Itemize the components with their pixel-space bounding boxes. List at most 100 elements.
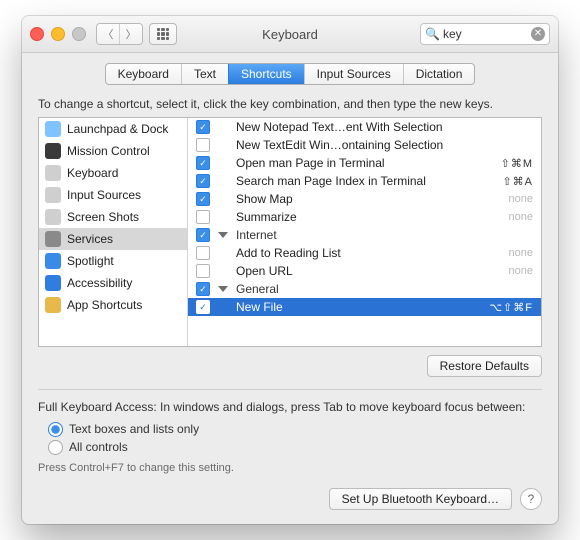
shortcut-label: New File <box>218 300 489 314</box>
shortcut-label: Summarize <box>218 210 509 224</box>
shortcut-key[interactable]: none <box>509 247 533 259</box>
help-button[interactable]: ? <box>520 488 542 510</box>
shortcut-row[interactable]: New Notepad Text…ent With Selection <box>188 118 541 136</box>
chevron-left-icon: 〈 <box>103 26 114 42</box>
checkbox[interactable] <box>196 120 210 134</box>
search-input[interactable]: key <box>443 27 531 41</box>
disclosure-triangle-icon[interactable] <box>218 286 228 292</box>
sidebar-item-label: App Shortcuts <box>67 298 142 312</box>
content: To change a shortcut, select it, click t… <box>22 97 558 488</box>
tab-text[interactable]: Text <box>181 64 228 84</box>
sidebar-item-label: Spotlight <box>67 254 114 268</box>
sidebar-item-spotlight[interactable]: Spotlight <box>39 250 187 272</box>
radio-dot-icon <box>48 422 63 437</box>
sidebar-item-services[interactable]: Services <box>39 228 187 250</box>
shortcut-key[interactable]: ⇧⌘M <box>501 157 533 170</box>
sidebar-item-label: Keyboard <box>67 166 118 180</box>
launchpad-icon <box>45 121 61 137</box>
back-button[interactable]: 〈 <box>97 24 119 44</box>
radio-all-controls[interactable]: All controls <box>48 438 542 456</box>
accessibility-icon <box>45 275 61 291</box>
shortcut-row[interactable]: Add to Reading Listnone <box>188 244 541 262</box>
sidebar-item-keyboard[interactable]: Keyboard <box>39 162 187 184</box>
checkbox[interactable] <box>196 228 210 242</box>
tab-dictation[interactable]: Dictation <box>403 64 475 84</box>
search-icon: 🔍 <box>425 27 440 41</box>
checkbox[interactable] <box>196 300 210 314</box>
shortcut-row[interactable]: Show Mapnone <box>188 190 541 208</box>
sidebar-item-label: Screen Shots <box>67 210 139 224</box>
clear-search-button[interactable]: ✕ <box>531 27 545 41</box>
checkbox[interactable] <box>196 174 210 188</box>
tab-segmented: KeyboardTextShortcutsInput SourcesDictat… <box>105 63 476 85</box>
radio-text-boxes-and-lists-only[interactable]: Text boxes and lists only <box>48 420 542 438</box>
window-controls <box>30 27 86 41</box>
footer: Set Up Bluetooth Keyboard… ? <box>22 488 558 524</box>
full-keyboard-hint: Press Control+F7 to change this setting. <box>38 462 542 474</box>
checkbox[interactable] <box>196 264 210 278</box>
close-icon[interactable] <box>30 27 44 41</box>
checkbox[interactable] <box>196 246 210 260</box>
input-sources-icon <box>45 187 61 203</box>
checkbox[interactable] <box>196 138 210 152</box>
shortcut-row[interactable]: Open URLnone <box>188 262 541 280</box>
shortcut-row[interactable]: Search man Page Index in Terminal⇧⌘A <box>188 172 541 190</box>
sidebar-item-accessibility[interactable]: Accessibility <box>39 272 187 294</box>
sidebar-item-input-sources[interactable]: Input Sources <box>39 184 187 206</box>
shortcut-group[interactable]: Internet <box>188 226 541 244</box>
shortcut-key[interactable]: ⌥⇧⌘F <box>489 301 533 314</box>
radio-dot-icon <box>48 440 63 455</box>
tab-input-sources[interactable]: Input Sources <box>304 64 403 84</box>
category-sidebar[interactable]: Launchpad & Dock Mission Control Keyboard I… <box>39 118 188 346</box>
full-keyboard-label: Full Keyboard Access: In windows and dia… <box>38 400 542 414</box>
search-field[interactable]: 🔍 key ✕ <box>420 23 550 45</box>
checkbox[interactable] <box>196 156 210 170</box>
disclosure-triangle-icon[interactable] <box>218 232 228 238</box>
titlebar: 〈 〉 Keyboard 🔍 key ✕ <box>22 16 558 53</box>
help-icon: ? <box>528 492 535 506</box>
shortcut-label: Open URL <box>218 264 509 278</box>
sidebar-item-launchpad-dock[interactable]: Launchpad & Dock <box>39 118 187 140</box>
sidebar-item-label: Services <box>67 232 113 246</box>
chevron-right-icon: 〉 <box>126 26 137 42</box>
minimize-icon[interactable] <box>51 27 65 41</box>
nav-buttons: 〈 〉 <box>96 23 143 45</box>
tab-keyboard[interactable]: Keyboard <box>106 64 181 84</box>
sidebar-item-label: Mission Control <box>67 144 150 158</box>
checkbox[interactable] <box>196 192 210 206</box>
full-keyboard-radios: Text boxes and lists only All controls <box>48 420 542 456</box>
sidebar-item-label: Input Sources <box>67 188 141 202</box>
sidebar-item-label: Launchpad & Dock <box>67 122 168 136</box>
restore-defaults-button[interactable]: Restore Defaults <box>427 355 542 377</box>
radio-label: All controls <box>69 440 128 454</box>
shortcut-row[interactable]: New TextEdit Win…ontaining Selection <box>188 136 541 154</box>
shortcut-key[interactable]: none <box>509 211 533 223</box>
services-icon <box>45 231 61 247</box>
tab-shortcuts[interactable]: Shortcuts <box>228 64 304 84</box>
tab-bar: KeyboardTextShortcutsInput SourcesDictat… <box>22 53 558 93</box>
forward-button[interactable]: 〉 <box>119 24 142 44</box>
radio-label: Text boxes and lists only <box>69 422 199 436</box>
checkbox[interactable] <box>196 282 210 296</box>
shortcut-key[interactable]: none <box>509 265 533 277</box>
sidebar-item-mission-control[interactable]: Mission Control <box>39 140 187 162</box>
show-all-button[interactable] <box>149 23 177 45</box>
screenshots-icon <box>45 209 61 225</box>
keyboard-icon <box>45 165 61 181</box>
sidebar-item-app-shortcuts[interactable]: App Shortcuts <box>39 294 187 316</box>
checkbox[interactable] <box>196 210 210 224</box>
mission-control-icon <box>45 143 61 159</box>
shortcut-row[interactable]: New File⌥⇧⌘F <box>188 298 541 316</box>
sidebar-item-screen-shots[interactable]: Screen Shots <box>39 206 187 228</box>
bluetooth-keyboard-button[interactable]: Set Up Bluetooth Keyboard… <box>329 488 512 510</box>
shortcut-key[interactable]: ⇧⌘A <box>502 175 533 188</box>
shortcut-group[interactable]: General <box>188 280 541 298</box>
app-shortcuts-icon <box>45 297 61 313</box>
shortcut-label: Show Map <box>218 192 509 206</box>
sidebar-item-label: Accessibility <box>67 276 132 290</box>
shortcut-key[interactable]: none <box>509 193 533 205</box>
shortcuts-list[interactable]: New Notepad Text…ent With SelectionNew T… <box>188 118 541 346</box>
shortcut-row[interactable]: Summarizenone <box>188 208 541 226</box>
zoom-icon[interactable] <box>72 27 86 41</box>
shortcut-row[interactable]: Open man Page in Terminal⇧⌘M <box>188 154 541 172</box>
